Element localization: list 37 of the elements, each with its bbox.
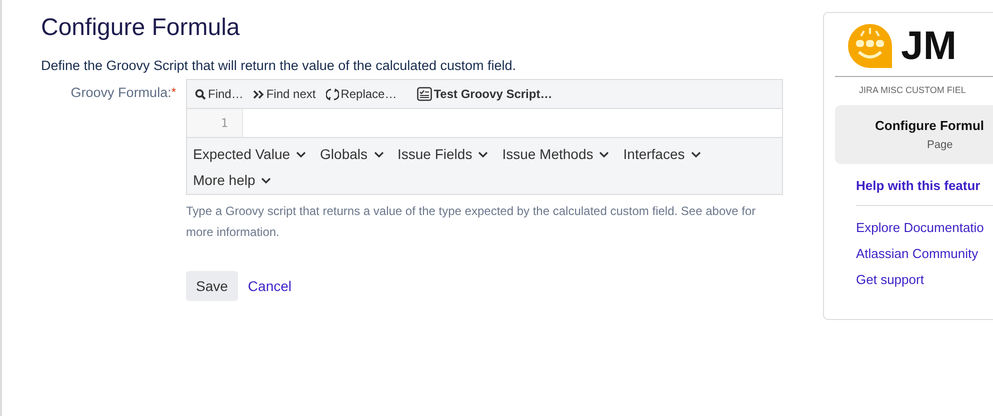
help-menu-dropdown[interactable]: Issue Fields <box>396 144 490 164</box>
toolbar-button[interactable]: Replace… <box>324 87 399 101</box>
chevron-down-icon <box>599 150 610 158</box>
description-text: Define the Groovy Script that will return the value of the calculated custom field. <box>41 58 517 73</box>
cancel-link[interactable]: Cancel <box>248 278 292 294</box>
help-menu-dropdown[interactable]: Expected Value <box>191 144 308 164</box>
help-link[interactable]: Get support <box>856 272 993 287</box>
chevron-down-icon <box>478 150 488 158</box>
help-heading: Help with this featur <box>856 178 993 206</box>
page-title: Configure Formula <box>41 14 241 42</box>
current-page-title: Configure Formul <box>875 118 984 133</box>
logo-text: JM <box>901 26 957 66</box>
double-chevron-icon <box>253 90 264 98</box>
help-menu-dropdown[interactable]: More help <box>191 170 274 190</box>
current-page-subtitle: Page <box>927 139 953 151</box>
help-menu-dropdown[interactable]: Issue Methods <box>500 144 612 164</box>
save-button[interactable]: Save <box>186 271 238 301</box>
hint-text: Type a Groovy script that returns a value of the type expected by the calculated custom field. See above for more information. <box>186 203 757 241</box>
help-menu-dropdown[interactable]: Interfaces <box>621 144 703 164</box>
required-mark: * <box>171 85 176 99</box>
help-link[interactable]: Explore Documentatio <box>856 220 993 235</box>
toolbar-button[interactable]: Find next <box>251 87 318 101</box>
chevron-down-icon <box>690 150 701 158</box>
toolbar-button[interactable]: Test Groovy Script… <box>414 87 554 101</box>
chevron-down-icon <box>296 150 306 158</box>
search-icon <box>195 88 206 100</box>
toolbar-button[interactable]: Find… <box>193 87 246 101</box>
refresh-icon <box>326 88 339 100</box>
field-label: Groovy Formula: <box>70 85 172 100</box>
chevron-down-icon <box>374 150 384 158</box>
logo-subtitle: JIRA MISC CUSTOM FIEL <box>859 85 967 95</box>
smiley-logo-icon <box>847 23 893 69</box>
help-link[interactable]: Atlassian Community <box>856 246 993 261</box>
help-menu-dropdown[interactable]: Globals <box>318 144 386 164</box>
line-number: 1 <box>220 116 228 130</box>
chevron-down-icon <box>261 176 272 184</box>
checklist-icon <box>416 87 432 101</box>
